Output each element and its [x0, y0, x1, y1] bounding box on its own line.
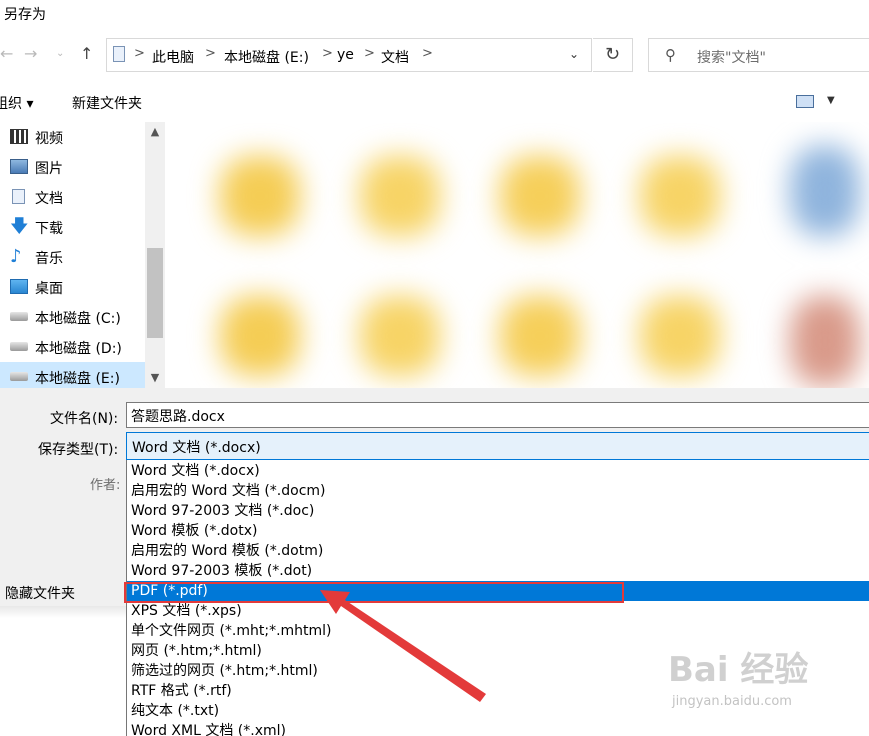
bottom-background	[0, 618, 126, 736]
breadcrumb-separator: >	[422, 46, 433, 61]
nav-item-music[interactable]: ♪ 音乐	[0, 242, 145, 272]
drive-icon	[10, 342, 28, 351]
nav-item-label: 本地磁盘 (E:)	[35, 371, 120, 387]
picture-icon	[10, 159, 28, 174]
breadcrumb-separator: >	[134, 46, 145, 61]
up-arrow-icon[interactable]: ↑	[80, 44, 93, 63]
search-placeholder: 搜索"文档"	[697, 50, 766, 66]
new-folder-button[interactable]: 新建文件夹	[72, 93, 142, 113]
nav-item-drive-c[interactable]: 本地磁盘 (C:)	[0, 302, 145, 332]
download-icon: 🡇	[10, 216, 29, 237]
breadcrumb-drive-e[interactable]: 本地磁盘 (E:)	[224, 47, 309, 67]
nav-item-desktop[interactable]: 桌面	[0, 272, 145, 302]
nav-item-label: 下载	[35, 221, 63, 237]
refresh-icon[interactable]: ↻	[593, 38, 633, 72]
scroll-down-icon[interactable]: ▼	[145, 368, 165, 388]
author-label: 作者:	[90, 478, 121, 493]
nav-item-label: 图片	[35, 161, 63, 177]
filetype-option[interactable]: 单个文件网页 (*.mht;*.mhtml)	[127, 621, 869, 641]
organize-button[interactable]: 组织 ▾	[0, 93, 33, 113]
document-icon	[12, 189, 25, 204]
filename-input[interactable]: 答题思路.docx	[126, 402, 869, 428]
watermark-logo: Bai 经验	[668, 650, 809, 690]
music-icon: ♪	[10, 246, 22, 267]
nav-item-label: 音乐	[35, 251, 63, 267]
forward-arrow-icon[interactable]: →	[24, 44, 37, 63]
filetype-option-pdf[interactable]: PDF (*.pdf)	[127, 581, 869, 601]
filetype-option[interactable]: Word 模板 (*.dotx)	[127, 521, 869, 541]
breadcrumb-documents[interactable]: 文档	[381, 47, 409, 67]
nav-item-documents[interactable]: 文档	[0, 182, 145, 212]
hide-folders-toggle[interactable]: 隐藏文件夹	[5, 583, 75, 603]
nav-item-downloads[interactable]: 🡇 下载	[0, 212, 145, 242]
nav-scrollbar[interactable]: ▲ ▼	[145, 122, 165, 388]
drive-icon	[10, 372, 28, 381]
filetype-option[interactable]: XPS 文档 (*.xps)	[127, 601, 869, 621]
document-icon	[113, 46, 125, 62]
filetype-option[interactable]: Word 文档 (*.docx)	[127, 461, 869, 481]
search-icon: ⚲	[665, 46, 676, 64]
recent-dropdown-icon[interactable]: ⌄	[56, 48, 64, 59]
file-list-area[interactable]	[166, 122, 869, 388]
filetype-option[interactable]: Word XML 文档 (*.xml)	[127, 721, 869, 736]
blurred-file-thumbnails	[200, 126, 860, 388]
nav-item-drive-d[interactable]: 本地磁盘 (D:)	[0, 332, 145, 362]
nav-item-drive-e[interactable]: 本地磁盘 (E:)	[0, 362, 145, 388]
address-bar[interactable]: > 此电脑 > 本地磁盘 (E:) > ye > 文档 > ⌄	[106, 38, 592, 72]
view-dropdown-icon[interactable]: ▼	[827, 95, 835, 106]
filetype-option[interactable]: Word 97-2003 模板 (*.dot)	[127, 561, 869, 581]
search-input[interactable]: ⚲ 搜索"文档"	[648, 38, 869, 72]
scroll-up-icon[interactable]: ▲	[145, 122, 165, 142]
watermark-url: jingyan.baidu.com	[672, 694, 792, 709]
divider	[0, 606, 126, 618]
filetype-label: 保存类型(T):	[38, 442, 119, 458]
nav-item-label: 本地磁盘 (D:)	[35, 341, 122, 357]
breadcrumb-separator: >	[364, 46, 375, 61]
nav-item-label: 本地磁盘 (C:)	[35, 311, 121, 327]
breadcrumb-ye[interactable]: ye	[337, 47, 354, 63]
breadcrumb-this-pc[interactable]: 此电脑	[152, 47, 194, 67]
filename-label: 文件名(N):	[50, 411, 119, 427]
filetype-select[interactable]: Word 文档 (*.docx)	[126, 432, 869, 460]
navigation-pane[interactable]: 视频 图片 文档 🡇 下载 ♪ 音乐 桌面 本地磁盘 (C:) 本地磁盘 (D:…	[0, 122, 166, 388]
view-options-icon[interactable]	[796, 95, 814, 108]
watermark: Bai 经验 jingyan.baidu.com	[668, 642, 858, 722]
nav-item-label: 桌面	[35, 281, 63, 297]
breadcrumb-separator: >	[205, 46, 216, 61]
nav-item-label: 文档	[35, 191, 63, 207]
filetype-option[interactable]: 启用宏的 Word 文档 (*.docm)	[127, 481, 869, 501]
breadcrumb-separator: >	[322, 46, 333, 61]
nav-item-videos[interactable]: 视频	[0, 122, 145, 152]
chevron-down-icon[interactable]: ⌄	[569, 47, 579, 61]
scroll-thumb[interactable]	[147, 248, 163, 338]
window-title: 另存为	[4, 7, 46, 23]
filetype-option[interactable]: Word 97-2003 文档 (*.doc)	[127, 501, 869, 521]
desktop-icon	[10, 279, 28, 294]
drive-icon	[10, 312, 28, 321]
back-arrow-icon[interactable]: ←	[0, 44, 13, 63]
filetype-option[interactable]: 启用宏的 Word 模板 (*.dotm)	[127, 541, 869, 561]
nav-item-label: 视频	[35, 131, 63, 147]
nav-item-pictures[interactable]: 图片	[0, 152, 145, 182]
video-icon	[10, 129, 28, 144]
